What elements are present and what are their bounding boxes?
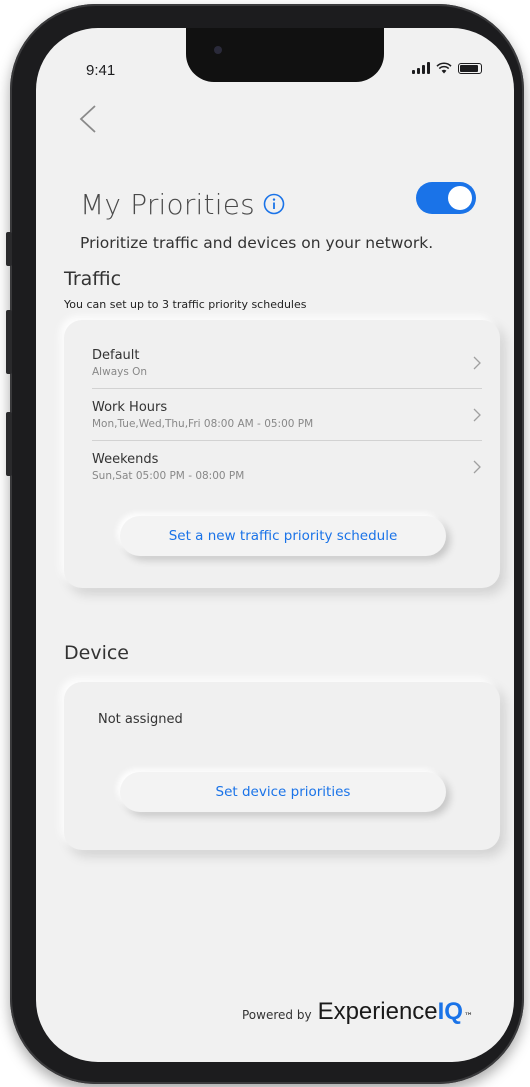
- set-device-priorities-button[interactable]: Set device priorities: [120, 772, 446, 812]
- status-time: 9:41: [86, 62, 116, 79]
- schedule-name: Weekends: [92, 452, 159, 467]
- device-heading: Device: [64, 642, 129, 664]
- schedule-detail: Mon,Tue,Wed,Thu,Fri 08:00 AM - 05:00 PM: [92, 418, 314, 430]
- schedule-row-default[interactable]: Default Always On: [92, 338, 482, 390]
- status-icons: [412, 62, 482, 74]
- toggle-knob: [448, 186, 472, 210]
- side-button-volume-up: [6, 310, 12, 374]
- wifi-icon: [436, 62, 452, 74]
- new-schedule-button[interactable]: Set a new traffic priority schedule: [120, 516, 446, 556]
- device-status: Not assigned: [98, 712, 183, 727]
- notch: [186, 28, 384, 82]
- chevron-right-icon: [473, 460, 481, 474]
- battery-icon: [458, 62, 482, 74]
- powered-by: Powered by Experience IQ ™: [242, 998, 473, 1026]
- row-divider: [92, 440, 482, 441]
- side-button-volume-down: [6, 412, 12, 476]
- signal-icon: [412, 62, 430, 74]
- page-subtitle: Prioritize traffic and devices on your n…: [80, 234, 434, 252]
- page-title: My Priorities: [80, 187, 255, 221]
- powered-by-label: Powered by: [242, 1008, 312, 1022]
- brand-logo-text: Experience: [317, 998, 438, 1025]
- chevron-right-icon: [473, 356, 481, 370]
- row-divider: [92, 388, 482, 389]
- traffic-heading: Traffic: [64, 268, 122, 290]
- side-button-mute: [6, 232, 12, 266]
- info-icon[interactable]: [263, 193, 285, 215]
- schedule-row-work-hours[interactable]: Work Hours Mon,Tue,Wed,Thu,Fri 08:00 AM …: [92, 390, 482, 442]
- traffic-note: You can set up to 3 traffic priority sch…: [64, 298, 307, 311]
- schedule-name: Work Hours: [92, 400, 168, 415]
- trademark: ™: [463, 1012, 473, 1022]
- chevron-right-icon: [473, 408, 481, 422]
- schedule-detail: Sun,Sat 05:00 PM - 08:00 PM: [92, 470, 245, 482]
- brand-logo-accent: IQ: [437, 998, 463, 1025]
- traffic-card: Default Always On Work Hours Mon,Tue,Wed…: [64, 320, 500, 588]
- priorities-toggle[interactable]: [416, 182, 476, 214]
- device-card: Not assigned Set device priorities: [64, 682, 500, 850]
- screen: 9:41 My Priorities Prioritize traffic an…: [36, 28, 514, 1062]
- schedule-name: Default: [92, 348, 140, 363]
- camera-dot: [214, 46, 222, 54]
- schedule-detail: Always On: [92, 366, 148, 378]
- schedule-row-weekends[interactable]: Weekends Sun,Sat 05:00 PM - 08:00 PM: [92, 442, 482, 494]
- back-chevron-icon[interactable]: [76, 104, 100, 134]
- phone-frame: 9:41 My Priorities Prioritize traffic an…: [6, 4, 524, 1084]
